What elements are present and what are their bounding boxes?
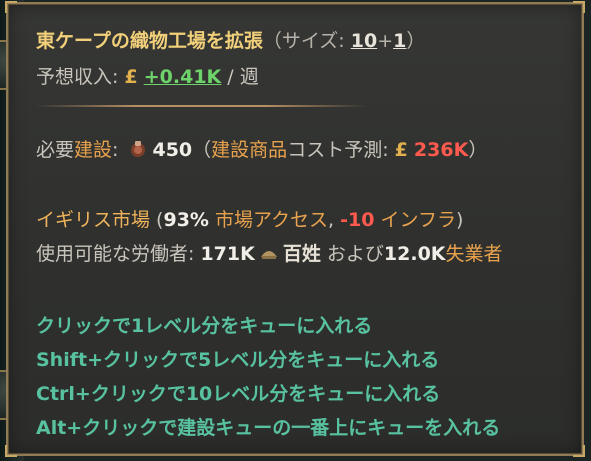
construction-icon <box>128 139 148 159</box>
requirement-paren-close: ） <box>468 139 488 161</box>
peasants-label: 百姓 <box>282 243 321 265</box>
peasants-icon <box>259 243 279 263</box>
market-paren-open: ( <box>150 209 164 231</box>
workers-and: および <box>320 243 384 265</box>
size-plus-sign: + <box>377 30 394 52</box>
infrastructure-value: -10 <box>340 209 375 231</box>
expand-building-tooltip: 東ケープの織物工場を拡張（サイズ: 10+1） 予想収入: £ +0.41K /… <box>5 1 585 457</box>
market-access-label: 市場アクセス <box>208 209 329 231</box>
hint-alt-click-queue-top: Alt+クリックで建設キューの一番上にキューを入れる <box>36 417 501 439</box>
tooltip-title-main: 東ケープの織物工場を拡張 <box>36 30 263 52</box>
peasant-count: 171K <box>200 243 255 265</box>
cost-estimate-label: コスト予測: <box>287 139 395 161</box>
construction-goods-keyword: 建設商品 <box>211 139 288 161</box>
available-workers-label: 使用可能な労働者: <box>36 243 201 265</box>
requirement-paren-open: （ <box>192 139 212 161</box>
hint-ctrl-click-queue-10: Ctrl+クリックで10レベル分をキューに入れる <box>36 383 441 405</box>
construction-requirement-row: 必要建設: 450（建設商品コスト予測: £ 236K） <box>36 135 487 162</box>
frame-corner <box>5 1 17 13</box>
pound-currency-icon: £ <box>124 66 138 88</box>
requirement-label-prefix: 必要 <box>36 139 75 161</box>
building-size-value: 10 <box>350 30 378 52</box>
market-access-value: 93% <box>163 209 209 231</box>
pound-currency-icon: £ <box>394 139 408 161</box>
infrastructure-label: インフラ <box>374 209 456 231</box>
construction-amount: 450 <box>152 139 193 161</box>
market-paren-close: ) <box>455 209 464 231</box>
size-increment-value: 1 <box>393 30 407 52</box>
tooltip-title: 東ケープの織物工場を拡張（サイズ: 10+1） <box>36 26 425 53</box>
requirement-label-keyword: 建設 <box>74 139 113 161</box>
market-comma: , <box>328 209 341 231</box>
available-workers-row: 使用可能な労働者: 171K 百姓 および12.0K失業者 <box>36 239 503 266</box>
market-name: イギリス市場 <box>36 209 151 231</box>
frame-corner <box>573 1 585 13</box>
expected-income-row: 予想収入: £ +0.41K / 週 <box>36 62 259 89</box>
cost-estimate-value: 236K <box>413 139 469 161</box>
income-per-week: / 週 <box>221 66 259 88</box>
frame-corner <box>5 445 17 457</box>
expected-income-label: 予想収入: <box>36 66 125 88</box>
expected-income-value: +0.41K <box>143 66 222 88</box>
tooltip-title-size-suffix: ） <box>406 30 426 52</box>
hint-shift-click-queue-5: Shift+クリックで5レベル分をキューに入れる <box>36 349 440 371</box>
tooltip-title-size-prefix: （サイズ: <box>262 30 351 52</box>
section-divider <box>36 105 366 107</box>
unemployed-label: 失業者 <box>445 243 503 265</box>
hint-click-queue-1: クリックで1レベル分をキューに入れる <box>36 315 373 337</box>
frame-corner <box>573 445 585 457</box>
unemployed-count: 12.0K <box>383 243 446 265</box>
requirement-label-suffix: : <box>112 139 125 161</box>
market-row: イギリス市場 (93% 市場アクセス, -10 インフラ) <box>36 205 463 232</box>
